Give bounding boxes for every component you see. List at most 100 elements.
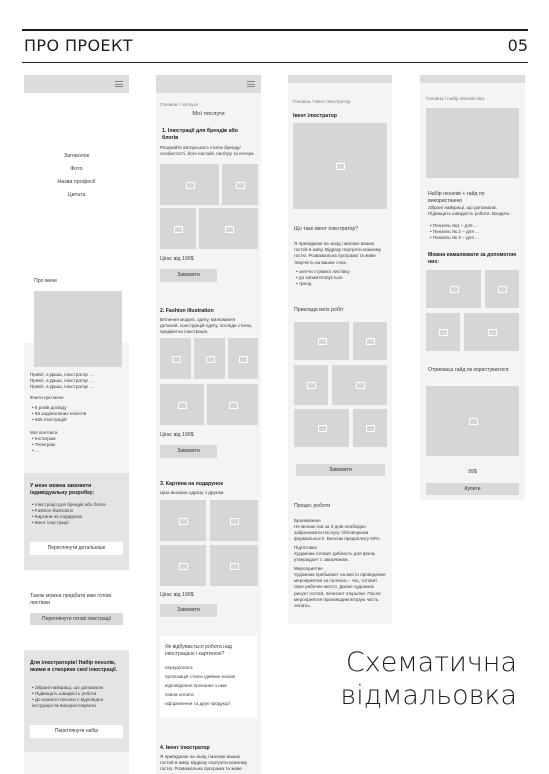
service-2-image-2 xyxy=(194,338,225,379)
event-proc1-text: Не менше ніж за 3 днів необхідно заброню… xyxy=(294,524,381,542)
event-example-2 xyxy=(353,322,387,360)
service-1-price: Ціна: від 199$ xyxy=(160,256,194,262)
event-example-1 xyxy=(294,322,349,360)
event-process-title: Процес роботи xyxy=(294,503,331,509)
ready-title: Також можна придбати вже готові листівки xyxy=(30,593,112,607)
event-order-button[interactable]: Замовити xyxy=(296,464,385,476)
service-2-price: Ціна: від 199$ xyxy=(160,432,194,438)
services-header-bar xyxy=(156,75,261,93)
kit-example-2 xyxy=(485,270,519,308)
event-hero-image xyxy=(293,123,387,209)
order-title: У мене можна замовити індивідуальну розр… xyxy=(30,483,95,497)
service-1-text: Розкрийте авторського стилю бренду/ особ… xyxy=(160,145,255,157)
kit-header-bar xyxy=(420,75,525,83)
about-title: Про мене xyxy=(34,278,58,284)
home-nav-2[interactable]: Фото xyxy=(24,166,129,173)
service-3-image-2 xyxy=(210,500,258,541)
event-example-3 xyxy=(294,365,328,405)
service-1-image-4 xyxy=(199,208,258,249)
order-details-button[interactable]: Переглянути детальніше xyxy=(30,542,123,555)
event-proc2-text: Художник готовит дибласть для фона, утве… xyxy=(294,551,376,563)
about-line-3: Привіт, я Даша, ілюстратор ... xyxy=(30,384,94,389)
kit-guide-title: Отримаєш гайд як користуватися: xyxy=(428,367,510,373)
event-what-title: Що таке івент ілюстратор? xyxy=(294,226,359,232)
ready-cards-button[interactable]: Переглянути готові ілюстрації xyxy=(30,613,123,625)
header-top-rule xyxy=(22,29,528,31)
service-2-image-1 xyxy=(160,338,191,379)
process-step-3: відповідення прохання з ним xyxy=(165,683,227,688)
kit-buy-button[interactable]: Купити xyxy=(426,483,519,495)
kit-page-title: Набір пензлів + гайд по використанню xyxy=(428,191,485,205)
service-3-image-3 xyxy=(160,545,206,586)
event-bullet-3: • тренд xyxy=(296,281,312,286)
wireframe-services: Головна / послуги Мої послуги 1. Ілюстра… xyxy=(156,75,261,774)
service-3-text: Ціна вказана одразу з друком. xyxy=(160,490,225,495)
page-number: 05 xyxy=(507,36,528,55)
service-2-image-4 xyxy=(160,384,204,425)
service-3-image-4 xyxy=(210,545,258,586)
event-what-text: Я приїжджаю на захід і малюю ваших госте… xyxy=(294,241,382,265)
caption-line-2: відмальовка xyxy=(340,680,517,711)
contact-3: • ... xyxy=(32,448,39,453)
caption: Схематична відмальовка xyxy=(340,646,517,712)
kit-button[interactable]: Переглянути набір xyxy=(30,725,123,738)
kit-breadcrumb[interactable]: Головна / набір пензлів №1 xyxy=(426,96,484,102)
service-2-order-button[interactable]: Замовити xyxy=(160,445,217,458)
wireframe-brush-kit: Головна / набір пензлів №1 Набір пензлів… xyxy=(420,75,525,500)
menu-icon[interactable] xyxy=(247,81,255,87)
facts-title: Факти про мене xyxy=(30,395,64,400)
event-example-5 xyxy=(294,409,349,447)
service-3-price: Ціна: від 199$ xyxy=(160,592,194,598)
event-title: Івент ілюстратор xyxy=(293,113,337,119)
service-3-image-1 xyxy=(160,500,206,541)
service-4-title: 4. Івент ілюстратор xyxy=(160,745,210,751)
event-proc3-text: Художник пребывает на место проведения м… xyxy=(294,572,386,608)
kit-draw-title: Можна намалювати за допомогою них: xyxy=(428,252,517,266)
kit-example-1 xyxy=(426,270,481,308)
kit-hero-image xyxy=(426,108,519,178)
service-3-title: 3. Картина на подарунок xyxy=(160,481,223,487)
service-2-text: Втілення моделі, одягу, малювання детале… xyxy=(160,317,253,335)
services-breadcrumb[interactable]: Головна / послуги xyxy=(160,102,198,108)
header-bottom-rule xyxy=(22,62,528,63)
ready-section xyxy=(24,570,129,650)
process-title: Як відбувається робота над ілюстрацією і… xyxy=(165,644,232,658)
service-1-image-1 xyxy=(160,164,219,205)
kit-brush-3: • Пензель № 3 – для ... xyxy=(430,235,479,240)
service-1-image-3 xyxy=(160,208,196,249)
page-title: ПРО ПРОЕКТ xyxy=(24,36,133,55)
event-breadcrumb[interactable]: Головна / Івент ілюстратор xyxy=(293,99,350,105)
event-header-bar xyxy=(288,75,392,83)
event-example-4 xyxy=(332,365,387,405)
process-step-4: повна оплата xyxy=(165,692,194,697)
kit-guide-image xyxy=(426,386,519,456)
service-1-title: 1. Ілюстрації для брендів або блогів xyxy=(162,128,238,142)
caption-line-1: Схематична xyxy=(345,647,517,678)
about-photo xyxy=(34,291,122,367)
service-1-order-button[interactable]: Замовити xyxy=(160,269,217,282)
menu-icon[interactable] xyxy=(115,81,123,87)
home-header-bar xyxy=(24,75,129,93)
home-nav-3[interactable]: Назва професії xyxy=(24,179,129,186)
process-step-1: передоплата xyxy=(165,665,193,670)
wireframe-home: Заговолок Фото Назва професії Цитата Про… xyxy=(24,75,129,774)
home-nav-1[interactable]: Заговолок xyxy=(24,153,129,160)
process-step-5: оформлення та друк продукції xyxy=(165,701,230,706)
kit-price: 99$ xyxy=(468,469,477,475)
service-2-image-5 xyxy=(207,384,258,425)
kit-item-3: • До кожного пензлю є відповідна інструк… xyxy=(32,697,104,709)
kit-page-text: Зібрані найкращі, що допомагає. Підвищит… xyxy=(428,205,511,217)
service-3-order-button[interactable]: Замовити xyxy=(160,604,217,617)
service-1-image-2 xyxy=(222,164,258,205)
service-2-title: 2. Fashion illustration xyxy=(160,308,214,314)
fact-3: • 555 ілюстрацій xyxy=(32,417,67,422)
services-title: Мої послуги xyxy=(192,111,225,117)
kit-example-4 xyxy=(464,313,519,351)
service-2-image-3 xyxy=(228,338,258,379)
event-example-6 xyxy=(353,409,387,447)
order-item-4: • Івент ілюстрації xyxy=(32,520,69,525)
process-step-2: пропозиція стилю ідейних ескізів xyxy=(165,674,235,679)
event-examples-title: Приклади моїх робіт xyxy=(294,307,344,313)
home-nav-4[interactable]: Цитата xyxy=(24,192,129,199)
kit-title: Для ілюстраторів! Набір пензлів, якими я… xyxy=(30,660,118,674)
